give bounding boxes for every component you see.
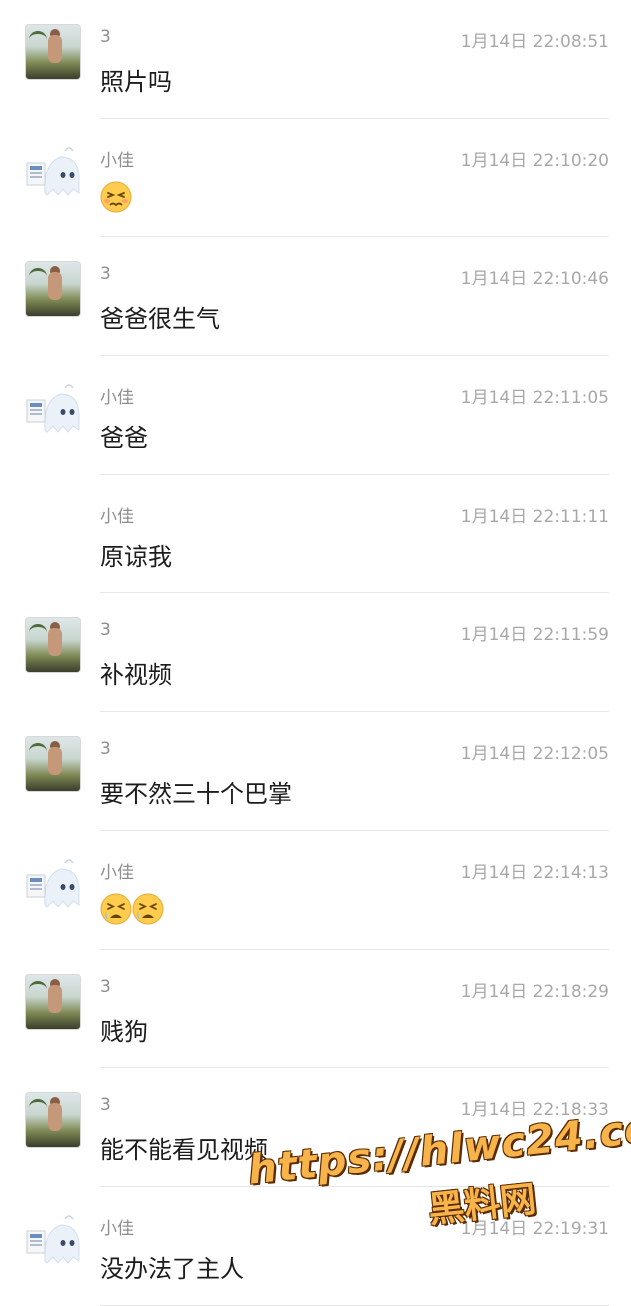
list-item[interactable]: 小佳 1月14日 22:11:05 爸爸 [0, 356, 631, 475]
sender-name: 小佳 [100, 1218, 134, 1239]
message-timestamp: 1月14日 22:19:31 [460, 1218, 609, 1239]
message-text: 照片吗 [100, 68, 172, 96]
message-timestamp: 1月14日 22:18:29 [460, 981, 609, 1002]
message-text [100, 893, 164, 925]
sender-name: 3 [100, 739, 111, 760]
message-timestamp: 1月14日 22:11:59 [460, 625, 609, 646]
message-meta: 小佳 1月14日 22:11:05 [100, 383, 609, 409]
avatar[interactable] [25, 617, 81, 674]
message-timestamp: 1月14日 22:12:05 [460, 744, 609, 765]
avatar[interactable] [25, 973, 81, 1030]
tired-face-icon [132, 893, 164, 925]
message-text: 原谅我 [100, 542, 172, 571]
list-item[interactable]: 3 1月14日 22:18:29 贱狗 [0, 950, 631, 1069]
list-item[interactable]: 小佳 1月14日 22:14:13 [0, 831, 631, 950]
list-item[interactable]: 3 1月14日 22:12:05 要不然三十个巴掌 [0, 712, 631, 831]
avatar[interactable] [25, 261, 81, 318]
message-text: 能不能看见视频 [100, 1136, 268, 1165]
list-item[interactable]: 3 1月14日 22:10:46 爸爸很生气 [0, 237, 631, 357]
message-timestamp: 1月14日 22:10:46 [460, 269, 609, 290]
message-meta: 小佳 1月14日 22:14:13 [100, 858, 609, 883]
message-meta: 3 1月14日 22:18:33 [100, 1095, 609, 1121]
message-text: 爸爸 [100, 424, 148, 453]
list-item[interactable]: 小佳 1月14日 22:19:31 没办法了主人 [0, 1187, 631, 1306]
avatar[interactable] [25, 1092, 81, 1149]
avatar[interactable] [25, 1210, 81, 1267]
divider [100, 1304, 609, 1306]
avatar[interactable] [25, 854, 81, 911]
sender-name: 3 [100, 27, 111, 47]
message-timestamp: 1月14日 22:10:20 [460, 150, 609, 171]
sender-name: 小佳 [100, 150, 134, 171]
message-timestamp: 1月14日 22:18:33 [460, 1100, 609, 1121]
sender-name: 3 [100, 1095, 111, 1116]
message-meta: 3 1月14日 22:12:05 [100, 739, 609, 765]
message-meta: 小佳 1月14日 22:11:11 [100, 502, 609, 527]
sender-name: 小佳 [100, 388, 134, 409]
message-meta: 3 1月14日 22:10:46 [100, 264, 609, 290]
message-text [100, 181, 132, 213]
sender-name: 3 [100, 976, 111, 997]
message-text: 没办法了主人 [100, 1254, 244, 1283]
sender-name: 3 [100, 264, 111, 285]
list-item[interactable]: 3 1月14日 22:11:59 补视频 [0, 593, 631, 713]
message-meta: 3 1月14日 22:11:59 [100, 620, 609, 646]
avatar[interactable] [25, 736, 81, 793]
message-timestamp: 1月14日 22:11:05 [460, 388, 609, 409]
list-item[interactable]: 3 1月14日 22:08:51 照片吗 [0, 0, 631, 119]
persevering-face-icon [100, 181, 132, 213]
message-text: 要不然三十个巴掌 [100, 780, 292, 809]
list-item[interactable]: 3 1月14日 22:18:33 能不能看见视频 [0, 1068, 631, 1187]
sender-name: 小佳 [100, 862, 134, 883]
message-list: 3 1月14日 22:08:51 照片吗小佳 1月14日 22:10:20 3 1月14日… [0, 0, 631, 1306]
message-timestamp: 1月14日 22:14:13 [460, 862, 609, 883]
avatar[interactable] [25, 142, 81, 199]
list-item[interactable]: 小佳 1月14日 22:11:11 原谅我 [0, 475, 631, 594]
list-item[interactable]: 小佳 1月14日 22:10:20 [0, 119, 631, 238]
message-meta: 3 1月14日 22:18:29 [100, 976, 609, 1002]
sender-name: 小佳 [100, 506, 134, 527]
sender-name: 3 [100, 620, 111, 641]
message-timestamp: 1月14日 22:08:51 [460, 32, 609, 52]
message-text: 贱狗 [100, 1017, 148, 1046]
tired-face-icon [100, 893, 132, 925]
avatar[interactable] [25, 380, 81, 437]
message-timestamp: 1月14日 22:11:11 [460, 506, 609, 527]
message-text: 爸爸很生气 [100, 305, 220, 334]
message-text: 补视频 [100, 661, 172, 690]
message-meta: 小佳 1月14日 22:10:20 [100, 146, 609, 171]
message-meta: 小佳 1月14日 22:19:31 [100, 1214, 609, 1239]
message-meta: 3 1月14日 22:08:51 [100, 27, 609, 52]
avatar[interactable] [25, 24, 81, 80]
